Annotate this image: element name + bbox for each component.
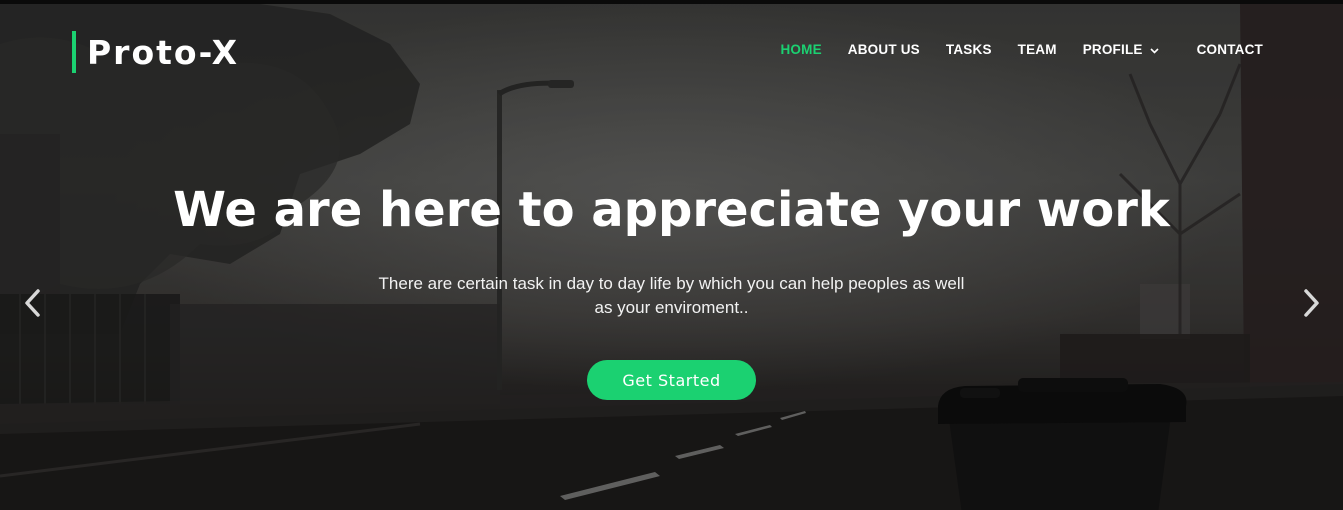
nav-item-team[interactable]: TEAM — [1018, 42, 1057, 57]
hero-title: We are here to appreciate your work — [173, 182, 1170, 238]
nav-item-profile-label: PROFILE — [1082, 42, 1143, 57]
dark-overlay — [0, 4, 1343, 510]
nav-item-tasks[interactable]: TASKS — [946, 42, 992, 57]
chevron-right-icon — [1304, 289, 1319, 317]
hero-carousel: Proto-X HOME ABOUT US TASKS TEAM PROFILE… — [0, 0, 1343, 510]
nav-item-about-us[interactable]: ABOUT US — [848, 42, 920, 57]
hero-subtitle: There are certain task in day to day lif… — [378, 274, 965, 317]
get-started-button[interactable]: Get Started — [587, 360, 756, 400]
carousel-prev-button[interactable] — [17, 286, 47, 320]
nav-item-contact[interactable]: CONTACT — [1197, 42, 1263, 57]
nav-item-home[interactable]: HOME — [780, 42, 821, 57]
brand-logo[interactable]: Proto-X — [72, 31, 239, 73]
carousel-next-button[interactable] — [1297, 286, 1327, 320]
chevron-down-icon — [1150, 42, 1159, 57]
main-nav: HOME ABOUT US TASKS TEAM PROFILE CONTACT — [754, 42, 1263, 57]
chevron-left-icon — [25, 289, 40, 317]
nav-item-profile[interactable]: PROFILE — [1083, 42, 1159, 57]
brand-name: Proto-X — [87, 32, 240, 72]
